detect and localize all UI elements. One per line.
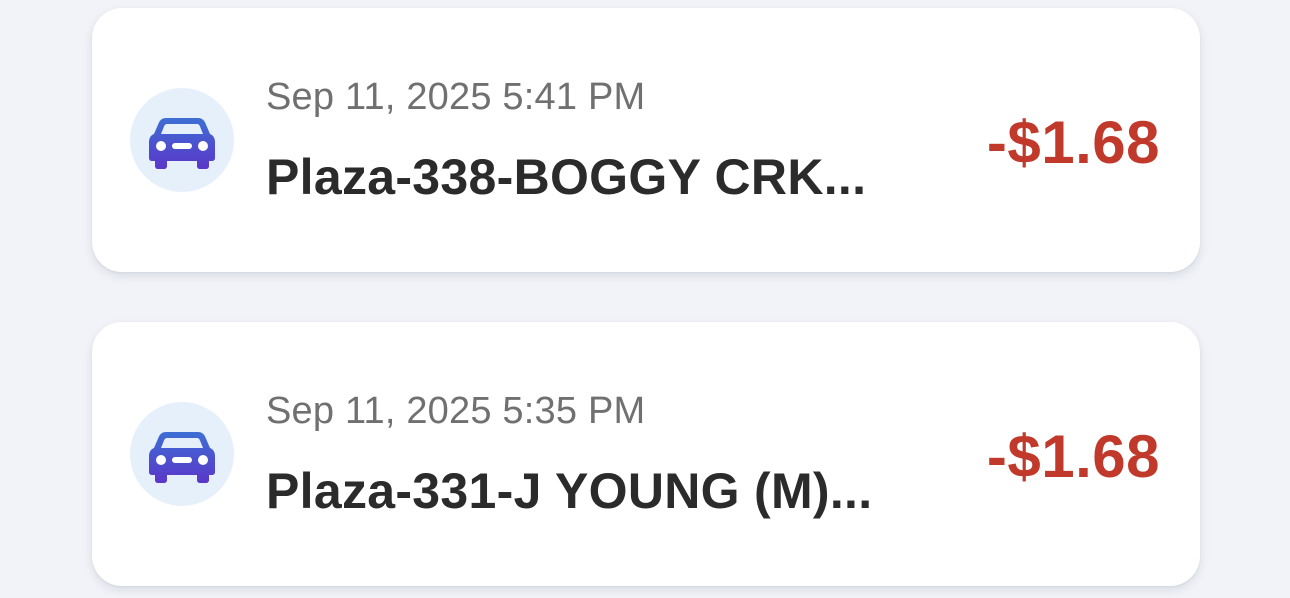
car-icon [149, 118, 215, 169]
transaction-name: Plaza-338-BOGGY CRK... [266, 149, 867, 205]
transaction-text: Sep 11, 2025 5:35 PM Plaza-331-J YOUNG (… [266, 322, 966, 586]
transaction-name: Plaza-331-J YOUNG (M)... [266, 463, 873, 519]
transaction-date: Sep 11, 2025 5:35 PM [266, 390, 646, 432]
transaction-icon-badge [130, 402, 234, 506]
transaction-list: Sep 11, 2025 5:41 PM Plaza-338-BOGGY CRK… [0, 0, 1290, 598]
car-icon [149, 432, 215, 483]
transaction-card[interactable]: Sep 11, 2025 5:35 PM Plaza-331-J YOUNG (… [92, 322, 1200, 586]
transaction-icon-badge [130, 88, 234, 192]
transaction-amount: -$1.68 [986, 423, 1160, 490]
transaction-date: Sep 11, 2025 5:41 PM [266, 76, 646, 118]
transaction-text: Sep 11, 2025 5:41 PM Plaza-338-BOGGY CRK… [266, 8, 966, 272]
transaction-card[interactable]: Sep 11, 2025 5:41 PM Plaza-338-BOGGY CRK… [92, 8, 1200, 272]
transaction-amount: -$1.68 [986, 109, 1160, 176]
